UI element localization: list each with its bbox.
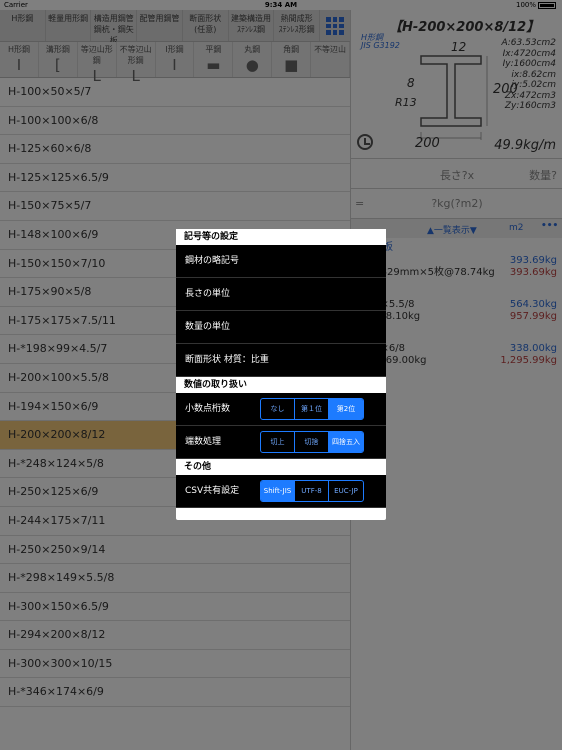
decimal-label: 小数点桁数 bbox=[185, 404, 231, 414]
decimal-segment: なし 第１位 第2位 bbox=[260, 398, 364, 420]
decimal-none[interactable]: なし bbox=[261, 399, 295, 419]
decimal-2[interactable]: 第2位 bbox=[329, 399, 363, 419]
csv-shift-jis[interactable]: Shift-JIS bbox=[261, 481, 295, 501]
csv-row: CSV共有設定 Shift-JIS UTF-8 EUC-JP bbox=[176, 475, 386, 508]
length-unit-item[interactable]: 長さの単位 bbox=[176, 278, 386, 311]
section-symbol-settings: 記号等の設定 bbox=[176, 229, 386, 245]
qty-unit-item[interactable]: 数量の単位 bbox=[176, 311, 386, 344]
round-up[interactable]: 切上 bbox=[261, 432, 295, 452]
settings-dialog: 記号等の設定 鋼材の略記号 長さの単位 数量の単位 断面形状 材質：比重 数値の… bbox=[176, 229, 386, 520]
rounding-label: 端数処理 bbox=[185, 437, 222, 447]
csv-utf8[interactable]: UTF-8 bbox=[295, 481, 329, 501]
section-number-handling: 数値の取り扱い bbox=[176, 377, 386, 393]
rounding-row: 端数処理 切上 切捨 四捨五入 bbox=[176, 426, 386, 459]
section-other: その他 bbox=[176, 459, 386, 475]
csv-euc-jp[interactable]: EUC-JP bbox=[329, 481, 363, 501]
decimal-row: 小数点桁数 なし 第１位 第2位 bbox=[176, 393, 386, 426]
decimal-1[interactable]: 第１位 bbox=[295, 399, 329, 419]
csv-label: CSV共有設定 bbox=[185, 486, 240, 496]
section-material-item[interactable]: 断面形状 材質：比重 bbox=[176, 344, 386, 377]
csv-segment: Shift-JIS UTF-8 EUC-JP bbox=[260, 480, 364, 502]
steel-abbrev-item[interactable]: 鋼材の略記号 bbox=[176, 245, 386, 278]
round-half[interactable]: 四捨五入 bbox=[329, 432, 363, 452]
rounding-segment: 切上 切捨 四捨五入 bbox=[260, 431, 364, 453]
round-down[interactable]: 切捨 bbox=[295, 432, 329, 452]
